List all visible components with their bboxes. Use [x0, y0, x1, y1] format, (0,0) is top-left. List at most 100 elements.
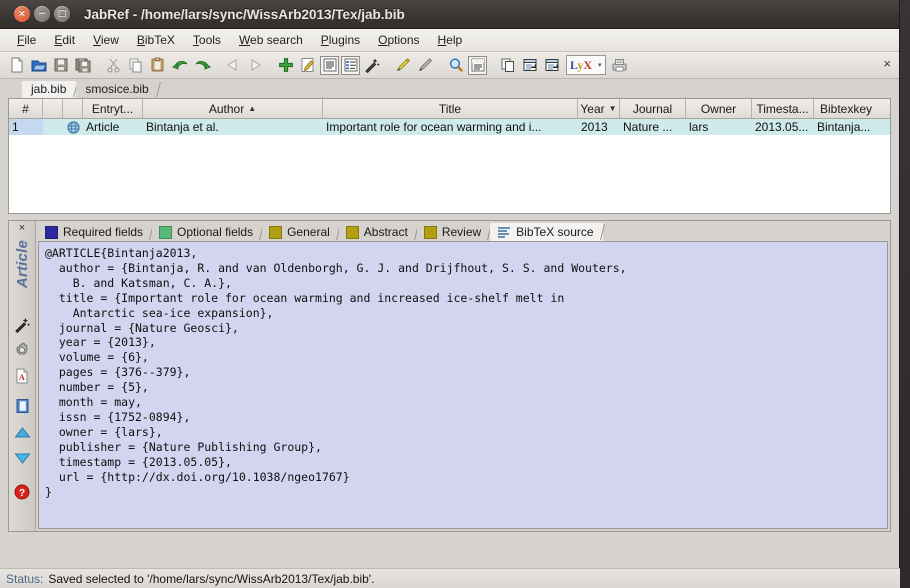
bibtex-source-editor[interactable]: @ARTICLE{Bintanja2013, author = {Bintanj… [38, 241, 888, 529]
entry-table-icon[interactable] [341, 56, 360, 75]
tab-general[interactable]: General [262, 223, 339, 241]
menu-web-search[interactable]: Web search [230, 31, 312, 49]
save-all-icon[interactable] [73, 55, 93, 75]
tab-label: BibTeX source [516, 225, 593, 239]
column-header-journal[interactable]: Journal [620, 99, 686, 118]
edit-entry-icon[interactable] [298, 55, 318, 75]
entry-table-header: # Entryt... Author▲ Title Year▼ Journal … [9, 99, 890, 119]
table-row[interactable]: 1 Article Bintanja et al. Important role… [9, 119, 890, 135]
magic-wand-icon[interactable] [12, 314, 32, 334]
undo-icon[interactable] [170, 55, 190, 75]
print-preview-icon[interactable] [610, 55, 630, 75]
column-label: Bibtexkey [820, 102, 872, 116]
cell-url-link-icon[interactable] [63, 119, 83, 135]
redo-icon[interactable] [192, 55, 212, 75]
push-to-lyx-application-icon[interactable] [542, 55, 562, 75]
source-lines-icon [497, 226, 511, 238]
column-header-year[interactable]: Year▼ [578, 99, 620, 118]
close-editor-icon[interactable]: × [19, 223, 25, 234]
gear-icon[interactable] [12, 340, 32, 360]
arrow-down-icon[interactable] [12, 448, 32, 468]
unmark-entries-icon[interactable] [415, 55, 435, 75]
close-toolbar-icon[interactable]: × [883, 57, 891, 70]
entry-table-body: 1 Article Bintanja et al. Important role… [9, 119, 890, 213]
status-message: Saved selected to '/home/lars/sync/WissA… [48, 572, 374, 586]
status-label: Status: [6, 572, 43, 586]
window-minimize-button[interactable]: − [34, 6, 50, 22]
column-header-index[interactable]: # [9, 99, 43, 118]
window-titlebar: × − □ JabRef - /home/lars/sync/WissArb20… [0, 0, 899, 29]
menu-help[interactable]: Help [429, 31, 472, 49]
copy-citation-icon[interactable] [498, 55, 518, 75]
new-database-icon[interactable] [7, 55, 27, 75]
copy-icon[interactable] [126, 55, 146, 75]
tab-label: Review [442, 225, 481, 239]
entry-type-label: Article [14, 240, 31, 288]
toggle-preview-icon[interactable] [468, 56, 487, 75]
tab-label: Required fields [63, 225, 143, 239]
tab-required-fields[interactable]: Required fields [38, 223, 152, 241]
new-entry-icon[interactable] [276, 55, 296, 75]
pdf-icon[interactable]: A [12, 366, 32, 386]
cell-timestamp: 2013.05... [752, 119, 814, 135]
window-maximize-button[interactable]: □ [54, 6, 70, 22]
cleanup-icon[interactable] [362, 55, 382, 75]
forward-icon[interactable] [245, 55, 265, 75]
open-book-icon[interactable] [12, 396, 32, 416]
menu-plugins[interactable]: Plugins [312, 31, 369, 49]
column-header-timestamp[interactable]: Timesta... [752, 99, 814, 118]
color-swatch-review [424, 226, 437, 239]
column-header-author[interactable]: Author▲ [143, 99, 323, 118]
back-icon[interactable] [223, 55, 243, 75]
entry-table-panel: # Entryt... Author▲ Title Year▼ Journal … [8, 98, 891, 214]
tab-jab-bib[interactable]: jab.bib [22, 81, 76, 98]
cut-icon[interactable] [104, 55, 124, 75]
menu-file[interactable]: File [8, 31, 45, 49]
chevron-down-icon[interactable]: ▾ [595, 61, 605, 69]
column-header-icon-1[interactable] [43, 99, 63, 118]
search-icon[interactable] [446, 55, 466, 75]
menu-view[interactable]: View [84, 31, 128, 49]
tab-smosice-bib[interactable]: smosice.bib [76, 81, 158, 98]
column-header-icon-2[interactable] [63, 99, 83, 118]
column-header-owner[interactable]: Owner [686, 99, 752, 118]
mark-entries-icon[interactable] [393, 55, 413, 75]
tab-label: smosice.bib [85, 82, 148, 96]
entry-editor-sidebar: × Article A ? [9, 221, 36, 531]
menu-tools[interactable]: Tools [184, 31, 230, 49]
menu-bibtex[interactable]: BibTeX [128, 31, 184, 49]
tab-bibtex-source[interactable]: BibTeX source [490, 223, 602, 241]
window-close-button[interactable]: × [14, 6, 30, 22]
push-to-lyx-dropdown[interactable]: LyX ▾ [566, 55, 606, 75]
svg-text:A: A [19, 373, 25, 382]
menu-options[interactable]: Options [369, 31, 428, 49]
save-database-icon[interactable] [51, 55, 71, 75]
statusbar: Status: Saved selected to '/home/lars/sy… [0, 568, 900, 588]
bibtex-source-text[interactable]: @ARTICLE{Bintanja2013, author = {Bintanj… [39, 242, 887, 503]
help-icon[interactable]: ? [12, 482, 32, 502]
cell-index: 1 [9, 119, 43, 135]
tab-optional-fields[interactable]: Optional fields [152, 223, 262, 241]
tab-review[interactable]: Review [417, 223, 490, 241]
column-header-title[interactable]: Title [323, 99, 578, 118]
window-title: JabRef - /home/lars/sync/WissArb2013/Tex… [84, 7, 405, 22]
column-label: Journal [633, 102, 672, 116]
close-icon: × [18, 10, 26, 19]
minimize-icon: − [38, 10, 46, 19]
color-swatch-abstract [346, 226, 359, 239]
cell-author: Bintanja et al. [143, 119, 323, 135]
push-to-application-icon[interactable] [520, 55, 540, 75]
menu-edit[interactable]: Edit [45, 31, 84, 49]
arrow-up-icon[interactable] [12, 422, 32, 442]
column-header-entrytype[interactable]: Entryt... [83, 99, 143, 118]
paste-icon[interactable] [148, 55, 168, 75]
column-label: Entryt... [92, 102, 133, 116]
tab-abstract[interactable]: Abstract [339, 223, 417, 241]
jabref-window: × − □ JabRef - /home/lars/sync/WissArb20… [0, 0, 900, 588]
column-header-bibtexkey[interactable]: Bibtexkey [814, 99, 878, 118]
preview-icon[interactable] [320, 56, 339, 75]
open-database-icon[interactable] [29, 55, 49, 75]
lyx-button[interactable]: LyX [567, 58, 595, 73]
cell-title: Important role for ocean warming and i..… [323, 119, 578, 135]
column-label: Year [580, 102, 604, 116]
